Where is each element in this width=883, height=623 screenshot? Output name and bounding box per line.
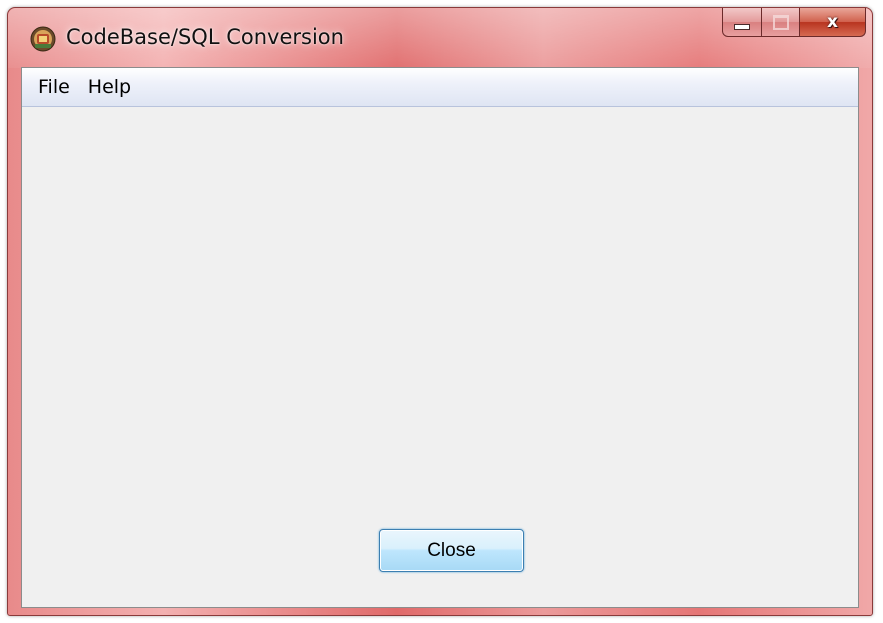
app-window: CodeBase/SQL Conversion x File Help Clos… — [7, 7, 873, 616]
window-title: CodeBase/SQL Conversion — [66, 25, 344, 49]
window-close-button[interactable]: x — [800, 8, 866, 37]
close-icon: x — [827, 12, 838, 32]
title-bar[interactable]: CodeBase/SQL Conversion x — [8, 8, 872, 66]
minimize-icon — [734, 24, 750, 30]
caption-buttons: x — [722, 8, 866, 38]
menu-file[interactable]: File — [22, 68, 79, 106]
minimize-button[interactable] — [722, 8, 762, 37]
menu-help[interactable]: Help — [79, 68, 140, 106]
client-area: File Help Close — [21, 67, 859, 608]
menu-bar: File Help — [22, 68, 858, 107]
app-icon[interactable] — [30, 26, 56, 52]
maximize-icon — [772, 14, 789, 30]
close-button[interactable]: Close — [379, 529, 524, 572]
maximize-button[interactable] — [762, 8, 800, 37]
